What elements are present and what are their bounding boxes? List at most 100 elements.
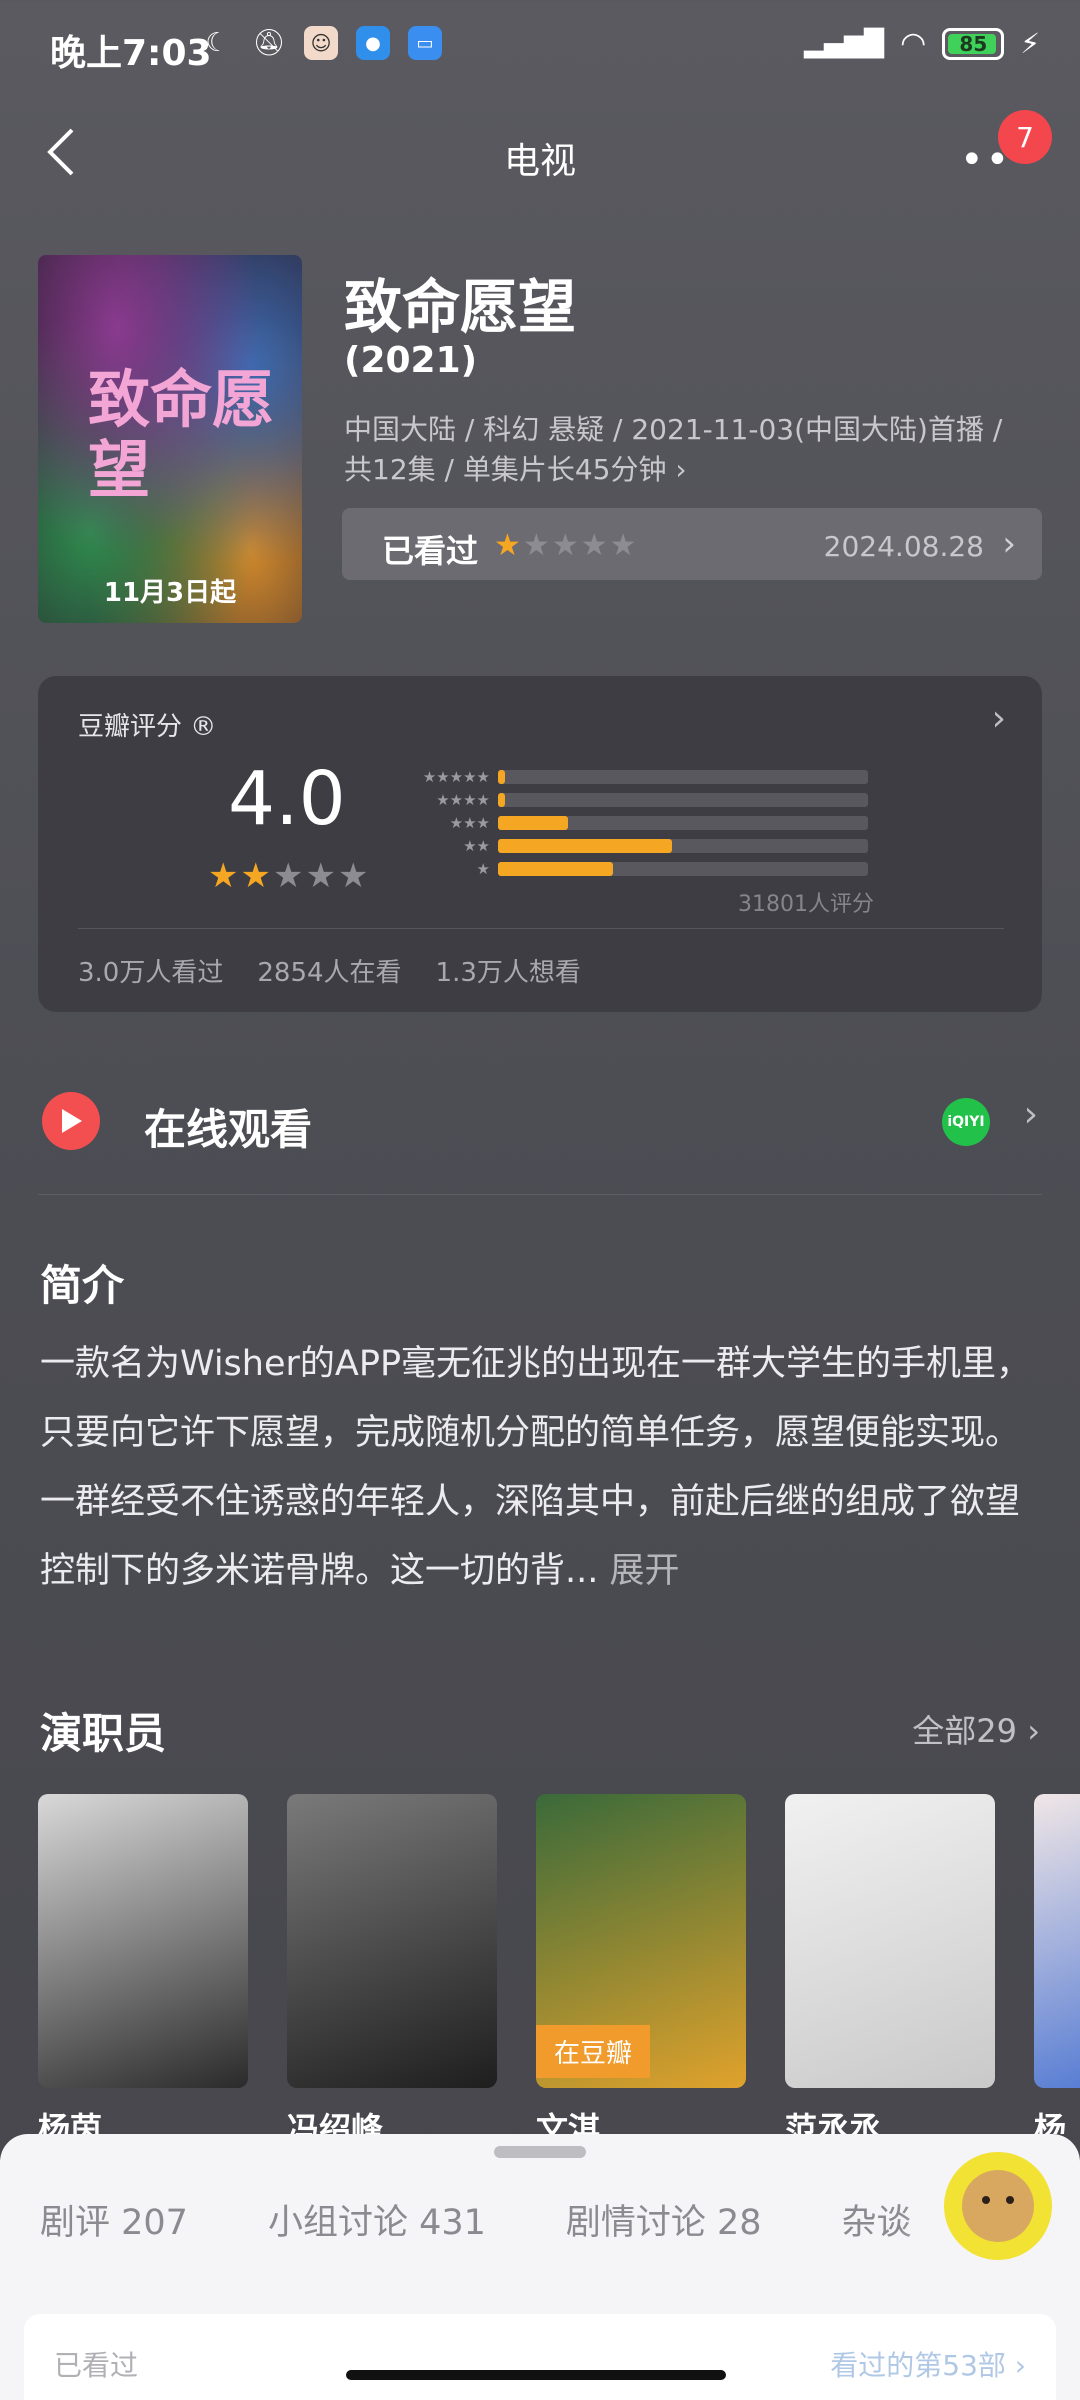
- distribution-track: [498, 770, 868, 784]
- floating-avatar-button[interactable]: [944, 2152, 1052, 2260]
- cast-card[interactable]: 范丞丞: [785, 1794, 995, 2134]
- poster-date: 11月3日起: [103, 578, 237, 608]
- watched-date: 2024.08.28: [823, 530, 984, 563]
- distribution-row: ★★★★★: [398, 766, 878, 788]
- play-icon: [42, 1092, 100, 1150]
- chevron-right-icon: ›: [991, 698, 1006, 739]
- rating-card[interactable]: 豆瓣评分 ® › 4.0 ★★★★★ ★★★★★ ★★★★ ★★★ ★★ ★ 31801…: [38, 676, 1042, 1012]
- online-watch-label: 在线观看: [144, 1105, 313, 1154]
- watched-status-bar[interactable]: 已看过 ★★★★★ 2024.08.28 ›: [342, 508, 1042, 580]
- star-icon: ★: [240, 856, 273, 896]
- stat-watching: 2854人在看: [257, 958, 402, 988]
- poster-title: 致命愿望: [88, 363, 275, 506]
- distribution-fill: [498, 793, 506, 807]
- show-year: (2021): [344, 340, 478, 381]
- cast-card[interactable]: 在豆瓣 文淇: [536, 1794, 746, 2134]
- tab-group-discussion[interactable]: 小组讨论 431: [268, 2194, 486, 2245]
- more-button[interactable]: •• 7: [950, 110, 1052, 180]
- rating-count: 31801人评分: [738, 892, 874, 917]
- distribution-row: ★★★: [398, 812, 878, 834]
- cast-list: 杨茵 冯绍峰 在豆瓣 文淇范丞丞 杨: [38, 1794, 1080, 2134]
- distribution-fill: [498, 862, 613, 876]
- rating-score: 4.0: [228, 756, 346, 842]
- stat-wish: 1.3万人想看: [435, 958, 581, 988]
- chevron-right-icon: ›: [1023, 1094, 1038, 1135]
- notification-badge: 7: [998, 110, 1052, 164]
- page-title: 电视: [503, 141, 576, 182]
- mute-bell-icon: 🔕︎: [252, 28, 286, 58]
- star-icon: ★: [551, 528, 581, 563]
- watched-label: 已看过: [382, 532, 479, 570]
- rating-stars: ★★★★★: [208, 856, 370, 896]
- status-icons-left: ☾ 🔕︎ ☺ ● ▭: [200, 26, 442, 60]
- star-icon: ★: [272, 856, 306, 896]
- status-time: 晚上7:03: [50, 33, 212, 74]
- cast-name: 范丞丞: [785, 2110, 882, 2134]
- signal-icon: ▂▄▆█: [804, 28, 885, 59]
- cast-photo: [287, 1794, 497, 2088]
- battery-icon: 85: [942, 27, 1005, 60]
- rating-stats: 3.0万人看过 2854人在看 1.3万人想看: [78, 952, 581, 989]
- sheet-handle[interactable]: [494, 2146, 586, 2158]
- online-watch-row[interactable]: 在线观看 iQIYI ›: [38, 1080, 1042, 1190]
- video-app-icon: ▭: [408, 26, 442, 60]
- poster-image[interactable]: 致命愿望 11月3日起: [38, 255, 302, 623]
- tab-reviews[interactable]: 剧评 207: [40, 2194, 188, 2245]
- sheet-tabs: 剧评 207 小组讨论 431 剧情讨论 28 杂谈: [40, 2194, 912, 2245]
- cast-photo: 在豆瓣: [536, 1794, 746, 2088]
- app-avatar-icon: ☺: [304, 26, 338, 60]
- stat-watched: 3.0万人看过: [78, 958, 224, 988]
- chevron-right-icon: ›: [1002, 524, 1016, 564]
- distribution-track: [498, 793, 868, 807]
- distribution-stars: ★★★: [449, 814, 490, 832]
- nav-bar: 电视 •• 7: [0, 100, 1080, 210]
- intro-body: 一款名为Wisher的APP毫无征兆的出现在一群大学生的手机里，只要向它许下愿望…: [40, 1344, 1032, 1591]
- cast-photo: [785, 1794, 995, 2088]
- tab-plot-discussion[interactable]: 剧情讨论 28: [566, 2194, 762, 2245]
- moon-icon: ☾: [205, 28, 229, 58]
- star-icon: ★: [305, 856, 338, 896]
- star-icon: ★: [580, 528, 610, 563]
- distribution-stars: ★: [476, 860, 490, 878]
- sheet-card[interactable]: 已看过 看过的第53部 ›: [24, 2314, 1056, 2400]
- home-indicator[interactable]: [346, 2370, 726, 2380]
- battery-level: 85: [959, 31, 988, 56]
- expand-link[interactable]: 展开: [598, 1551, 680, 1591]
- rating-label: 豆瓣评分 ®: [78, 712, 217, 742]
- cast-name: 冯绍峰: [287, 2110, 384, 2134]
- cast-photo: [1034, 1794, 1080, 2088]
- star-icon: ★: [337, 856, 371, 896]
- star-icon: ★: [609, 528, 639, 563]
- distribution-row: ★: [398, 858, 878, 880]
- cast-card[interactable]: 杨茵: [38, 1794, 248, 2134]
- star-icon: ★: [208, 856, 241, 896]
- star-icon: ★: [522, 528, 552, 563]
- cast-heading: 演职员: [40, 1709, 167, 1758]
- distribution-fill: [498, 839, 672, 853]
- show-meta[interactable]: 中国大陆 / 科幻 悬疑 / 2021-11-03(中国大陆)首播 / 共12集…: [344, 410, 1044, 490]
- distribution-track: [498, 862, 868, 876]
- meta-line-2: 共12集 / 单集片长45分钟 ›: [344, 453, 687, 486]
- show-title: 致命愿望: [344, 273, 577, 341]
- meta-line-1: 中国大陆 / 科幻 悬疑 / 2021-11-03(中国大陆)首播 /: [344, 413, 1003, 446]
- cast-card[interactable]: 杨: [1034, 1794, 1080, 2134]
- bottom-sheet: 剧评 207 小组讨论 431 剧情讨论 28 杂谈 已看过 看过的第53部 ›: [0, 2134, 1080, 2400]
- doge-icon: [962, 2170, 1034, 2242]
- cast-tag: 在豆瓣: [536, 2025, 651, 2078]
- wifi-icon: ◠: [900, 26, 927, 61]
- cast-name: 杨茵: [38, 2110, 103, 2134]
- sheet-card-label: 已看过: [54, 2349, 139, 2382]
- divider: [78, 928, 1004, 929]
- distribution-stars: ★★: [463, 837, 490, 855]
- cast-all-link[interactable]: 全部29 ›: [912, 1706, 1040, 1752]
- cast-photo: [38, 1794, 248, 2088]
- cast-card[interactable]: 冯绍峰: [287, 1794, 497, 2134]
- message-app-icon: ●: [356, 26, 390, 60]
- distribution-track: [498, 839, 868, 853]
- intro-heading: 简介: [40, 1261, 125, 1310]
- cast-name: 杨: [1034, 2110, 1067, 2134]
- star-icon: ★: [494, 528, 523, 563]
- distribution-stars: ★★★★: [436, 791, 490, 809]
- divider: [38, 1194, 1042, 1195]
- distribution-stars: ★★★★★: [422, 768, 490, 786]
